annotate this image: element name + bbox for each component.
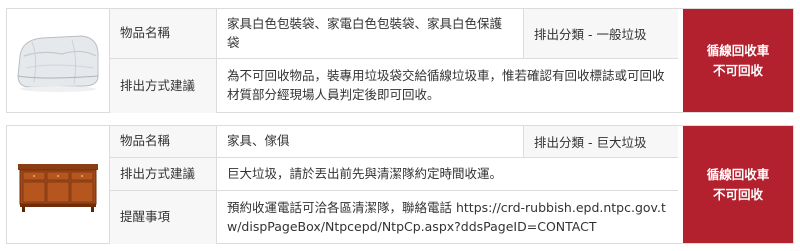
reminder-text: 預約收運電話可洽各區清潔隊，聯絡電話 https://crd-rubbish.e… bbox=[227, 199, 666, 234]
item-card: 物品名稱 家具白色包裝袋、家電白色包裝袋、家具白色保護袋 排出分類 - 一般垃圾… bbox=[6, 8, 794, 113]
name-label: 物品名稱 bbox=[110, 126, 217, 158]
sofa-bag-image bbox=[12, 25, 104, 96]
method-label: 排出方式建議 bbox=[110, 158, 217, 191]
status-badge: 循線回收車 不可回收 bbox=[683, 126, 793, 243]
reminder-label: 提醒事項 bbox=[110, 191, 217, 244]
status-line1: 循線回收車 bbox=[706, 167, 770, 183]
status-line1: 循線回收車 bbox=[706, 43, 770, 59]
method-label: 排出方式建議 bbox=[110, 59, 217, 113]
item-card: 物品名稱 家具、傢俱 排出分類 - 巨大垃圾 排出方式建議 巨大垃圾，請於丟出前… bbox=[6, 125, 794, 244]
method-text: 巨大垃圾，請於丟出前先與清潔隊約定時間收運。 bbox=[217, 158, 678, 191]
status-badge: 循線回收車 不可回收 bbox=[683, 9, 793, 112]
wooden-cabinet-image bbox=[12, 149, 104, 220]
name-label: 物品名稱 bbox=[110, 9, 217, 59]
item-image bbox=[7, 9, 110, 112]
item-name: 家具、傢俱 bbox=[217, 126, 524, 158]
name-row: 物品名稱 家具、傢俱 排出分類 - 巨大垃圾 bbox=[110, 126, 678, 158]
item-name: 家具白色包裝袋、家電白色包裝袋、家具白色保護袋 bbox=[217, 9, 524, 59]
reminder-row: 提醒事項 預約收運電話可洽各區清潔隊，聯絡電話 https://crd-rubb… bbox=[110, 191, 678, 244]
status-line2: 不可回收 bbox=[712, 62, 763, 78]
status-line2: 不可回收 bbox=[712, 186, 763, 202]
disposal-category: 排出分類 - 一般垃圾 bbox=[524, 9, 678, 59]
method-row: 排出方式建議 為不可回收物品，裝專用垃圾袋交給循線垃圾車，惟若確認有回收標誌或可… bbox=[110, 59, 678, 113]
item-image bbox=[7, 126, 110, 243]
name-row: 物品名稱 家具白色包裝袋、家電白色包裝袋、家具白色保護袋 排出分類 - 一般垃圾 bbox=[110, 9, 678, 59]
method-text: 為不可回收物品，裝專用垃圾袋交給循線垃圾車，惟若確認有回收標誌或可回收材質部分經… bbox=[227, 68, 665, 102]
method-row: 排出方式建議 巨大垃圾，請於丟出前先與清潔隊約定時間收運。 bbox=[110, 158, 678, 191]
disposal-category: 排出分類 - 巨大垃圾 bbox=[524, 126, 678, 158]
